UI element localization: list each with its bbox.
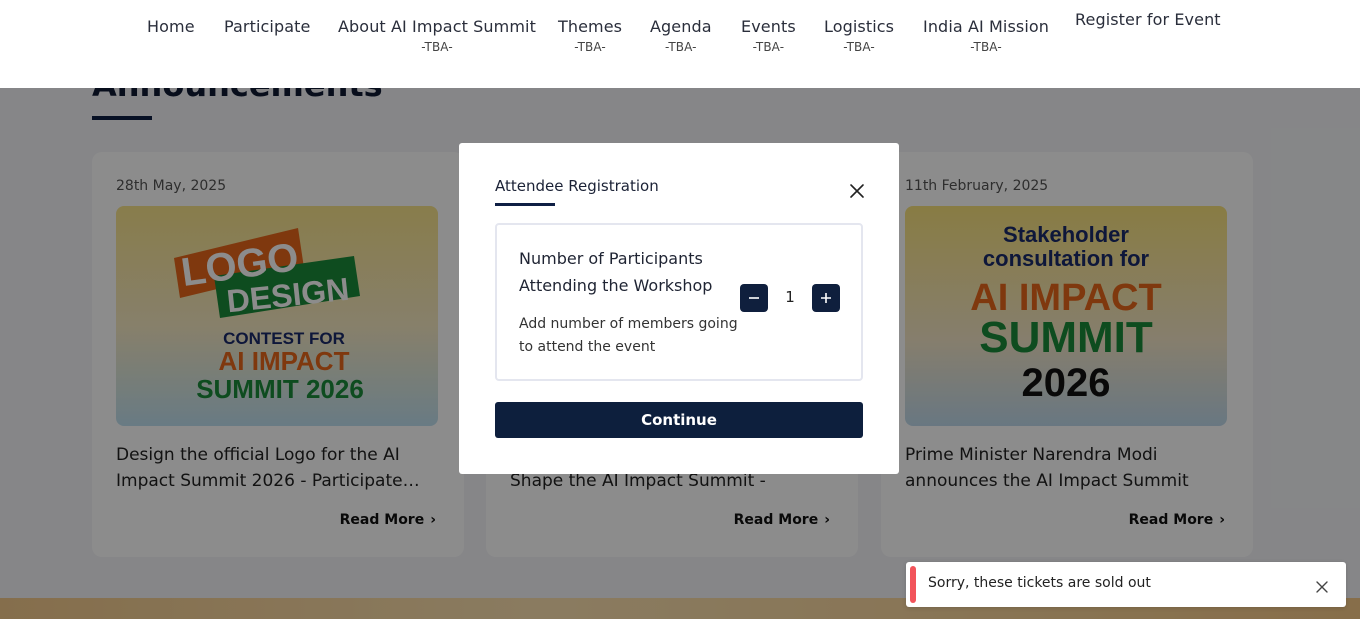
top-navbar: Home Participate About AI Impact Summit … [0,0,1360,88]
toast-message: Sorry, these tickets are sold out [928,575,1151,591]
nav-events-sub: -TBA- [752,40,785,54]
increment-button[interactable] [812,284,840,312]
nav-india-ai-mission[interactable]: India AI Mission -TBA- [923,17,1049,54]
toast-close-icon[interactable] [1316,578,1328,593]
nav-agenda-sub: -TBA- [665,40,697,54]
quantity-stepper: 1 [740,284,840,312]
close-icon[interactable] [849,183,865,199]
plus-icon [821,293,831,303]
nav-about-label: About AI Impact Summit [338,17,536,36]
error-toast: Sorry, these tickets are sold out [906,562,1346,607]
nav-home-label: Home [147,17,195,36]
modal-title-underline [495,203,555,206]
nav-events[interactable]: Events -TBA- [741,17,796,54]
nav-agenda-label: Agenda [650,17,712,36]
nav-participate[interactable]: Participate [224,17,310,36]
participants-help-text: Add number of members going to attend th… [519,316,738,355]
toast-accent-bar [910,566,916,603]
nav-india-ai-mission-label: India AI Mission [923,17,1049,36]
modal-title: Attendee Registration [495,177,659,195]
nav-themes[interactable]: Themes -TBA- [558,17,622,54]
nav-themes-label: Themes [558,17,623,36]
nav-agenda[interactable]: Agenda -TBA- [650,17,712,54]
nav-logistics-label: Logistics [824,17,895,36]
nav-india-ai-mission-sub: -TBA- [970,40,1002,54]
quantity-value[interactable]: 1 [768,288,812,306]
nav-events-label: Events [741,17,796,36]
minus-icon [749,297,759,299]
attendee-registration-modal: Attendee Registration Number of Particip… [459,143,899,474]
nav-about[interactable]: About AI Impact Summit -TBA- [338,17,536,54]
nav-register[interactable]: Register for Event [1075,10,1221,29]
nav-participate-label: Participate [224,17,311,36]
nav-logistics[interactable]: Logistics -TBA- [824,17,894,54]
decrement-button[interactable] [740,284,768,312]
participants-label: Number of Participants Attending the Wor… [519,249,713,295]
continue-button[interactable]: Continue [495,402,863,438]
nav-themes-sub: -TBA- [574,40,606,54]
participants-field-box: Number of Participants Attending the Wor… [495,223,863,381]
nav-register-label: Register for Event [1075,10,1221,29]
nav-about-sub: -TBA- [421,40,453,54]
nav-home[interactable]: Home [147,17,195,36]
nav-logistics-sub: -TBA- [843,40,875,54]
